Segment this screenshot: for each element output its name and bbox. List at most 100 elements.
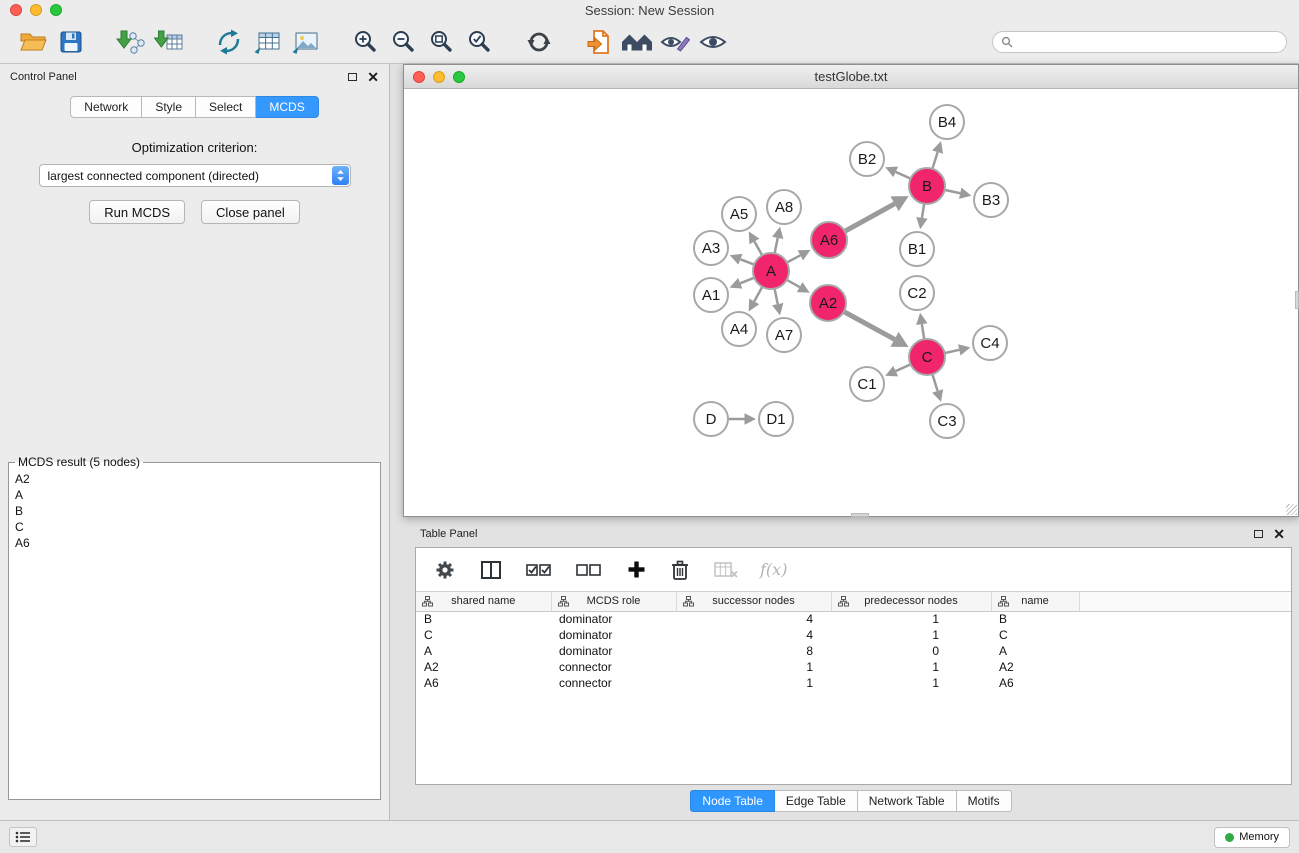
save-session-button[interactable] [52, 24, 90, 60]
nw-minimize-button[interactable] [433, 71, 445, 83]
network-edge-A-A3[interactable] [740, 259, 754, 264]
network-node-B4[interactable]: B4 [930, 105, 964, 139]
select-all-button[interactable] [524, 552, 554, 588]
network-edge-A-A5[interactable] [754, 241, 762, 255]
network-edge-C-C2[interactable] [922, 324, 924, 339]
memory-button[interactable]: Memory [1214, 827, 1290, 848]
hide-panels-button[interactable] [656, 24, 694, 60]
network-edge-A-A4[interactable] [754, 287, 762, 302]
network-node-B1[interactable]: B1 [900, 232, 934, 266]
network-node-B[interactable]: B [909, 168, 945, 204]
column-header-mcds-role[interactable]: MCDS role [551, 592, 676, 611]
close-panel-icon[interactable]: ✕ [367, 72, 379, 82]
export-document-button[interactable] [580, 24, 618, 60]
import-network-button[interactable] [112, 24, 150, 60]
zoom-fit-button[interactable] [422, 24, 460, 60]
open-session-button[interactable] [14, 24, 52, 60]
network-edge-A-A2[interactable] [787, 280, 800, 287]
network-edge-C-C4[interactable] [945, 350, 960, 353]
tab-network-table[interactable]: Network Table [858, 790, 957, 812]
zoom-in-button[interactable] [346, 24, 384, 60]
network-edge-A-A8[interactable] [775, 238, 778, 253]
network-canvas-area[interactable]: A5 A8 A6 A3 A A1 A2 A4 A7 B4 B2 B B3 B1 C2 C4 C C1 C3 D D1 [404, 89, 1298, 516]
network-edge-C-C3[interactable] [932, 374, 937, 391]
network-node-C[interactable]: C [909, 339, 945, 375]
delete-column-button[interactable] [668, 552, 692, 588]
zoom-selected-button[interactable] [460, 24, 498, 60]
run-mcds-button[interactable]: Run MCDS [89, 200, 185, 224]
show-graphics-details-button[interactable] [694, 24, 732, 60]
tab-network[interactable]: Network [70, 96, 142, 118]
pane-grip-vertical[interactable] [1295, 291, 1299, 309]
table-from-selection-button[interactable] [248, 24, 286, 60]
network-from-selection-button[interactable] [210, 24, 248, 60]
network-edge-C-C1[interactable] [896, 364, 911, 371]
minimize-window-button[interactable] [30, 4, 42, 16]
network-node-A6[interactable]: A6 [811, 222, 847, 258]
float-panel-icon[interactable] [348, 73, 357, 81]
tab-mcds[interactable]: MCDS [256, 96, 318, 118]
zoom-out-button[interactable] [384, 24, 422, 60]
table-row[interactable]: A6 connector 1 1 A6 [416, 675, 1291, 691]
add-column-button[interactable] [624, 552, 648, 588]
export-image-button[interactable] [286, 24, 324, 60]
network-edge-A-A6[interactable] [787, 255, 800, 262]
network-edge-A-A1[interactable] [740, 278, 754, 284]
table-row[interactable]: A2 connector 1 1 A2 [416, 659, 1291, 675]
import-table-button[interactable] [150, 24, 188, 60]
pane-grip-horizontal[interactable] [851, 513, 869, 517]
refresh-layout-button[interactable] [520, 24, 558, 60]
criterion-dropdown[interactable]: largest connected component (directed) [39, 164, 351, 187]
network-window-titlebar[interactable]: testGlobe.txt [404, 65, 1298, 89]
table-settings-button[interactable] [432, 552, 458, 588]
window-resize-grip[interactable] [1286, 504, 1297, 515]
network-node-C3[interactable]: C3 [930, 404, 964, 438]
table-row[interactable]: B dominator 4 1 B [416, 611, 1291, 627]
network-node-D1[interactable]: D1 [759, 402, 793, 436]
show-columns-button[interactable] [478, 552, 504, 588]
column-header-successor-nodes[interactable]: successor nodes [676, 592, 831, 611]
network-edge-A-A7[interactable] [775, 289, 778, 304]
network-node-A4[interactable]: A4 [722, 312, 756, 346]
network-edge-B-B1[interactable] [922, 204, 924, 218]
network-edge-A6-B[interactable] [845, 204, 895, 231]
network-node-A2[interactable]: A2 [810, 285, 846, 321]
table-row[interactable]: A dominator 8 0 A [416, 643, 1291, 659]
network-edge-B-B3[interactable] [945, 190, 961, 193]
network-node-A8[interactable]: A8 [767, 190, 801, 224]
column-header-shared-name[interactable]: shared name [416, 592, 551, 611]
column-header-predecessor-nodes[interactable]: predecessor nodes [831, 592, 991, 611]
network-node-A3[interactable]: A3 [694, 231, 728, 265]
nw-zoom-button[interactable] [453, 71, 465, 83]
float-table-panel-icon[interactable] [1254, 530, 1263, 538]
close-panel-button[interactable]: Close panel [201, 200, 300, 224]
table-row[interactable]: C dominator 4 1 C [416, 627, 1291, 643]
show-panels-list-button[interactable] [9, 827, 37, 847]
nw-close-button[interactable] [413, 71, 425, 83]
network-canvas[interactable]: A5 A8 A6 A3 A A1 A2 A4 A7 B4 B2 B B3 B1 C2 C4 C C1 C3 D D1 [404, 89, 1298, 516]
tab-style[interactable]: Style [142, 96, 196, 118]
close-window-button[interactable] [10, 4, 22, 16]
tab-edge-table[interactable]: Edge Table [775, 790, 858, 812]
network-node-A1[interactable]: A1 [694, 278, 728, 312]
network-overview-button[interactable] [618, 24, 656, 60]
close-table-panel-icon[interactable]: ✕ [1273, 529, 1285, 539]
network-node-B2[interactable]: B2 [850, 142, 884, 176]
network-edge-A2-C[interactable] [844, 312, 895, 340]
column-header-name[interactable]: name [991, 592, 1079, 611]
tab-select[interactable]: Select [196, 96, 256, 118]
network-node-A7[interactable]: A7 [767, 318, 801, 352]
network-node-C2[interactable]: C2 [900, 276, 934, 310]
network-edge-B-B4[interactable] [932, 152, 937, 169]
network-node-A[interactable]: A [753, 253, 789, 289]
network-node-A5[interactable]: A5 [722, 197, 756, 231]
zoom-window-button[interactable] [50, 4, 62, 16]
network-node-B3[interactable]: B3 [974, 183, 1008, 217]
network-node-D[interactable]: D [694, 402, 728, 436]
network-edge-B-B2[interactable] [896, 172, 911, 179]
network-node-C4[interactable]: C4 [973, 326, 1007, 360]
network-node-C1[interactable]: C1 [850, 367, 884, 401]
search-input[interactable] [1019, 35, 1278, 49]
tab-node-table[interactable]: Node Table [690, 790, 775, 812]
tab-motifs[interactable]: Motifs [957, 790, 1012, 812]
